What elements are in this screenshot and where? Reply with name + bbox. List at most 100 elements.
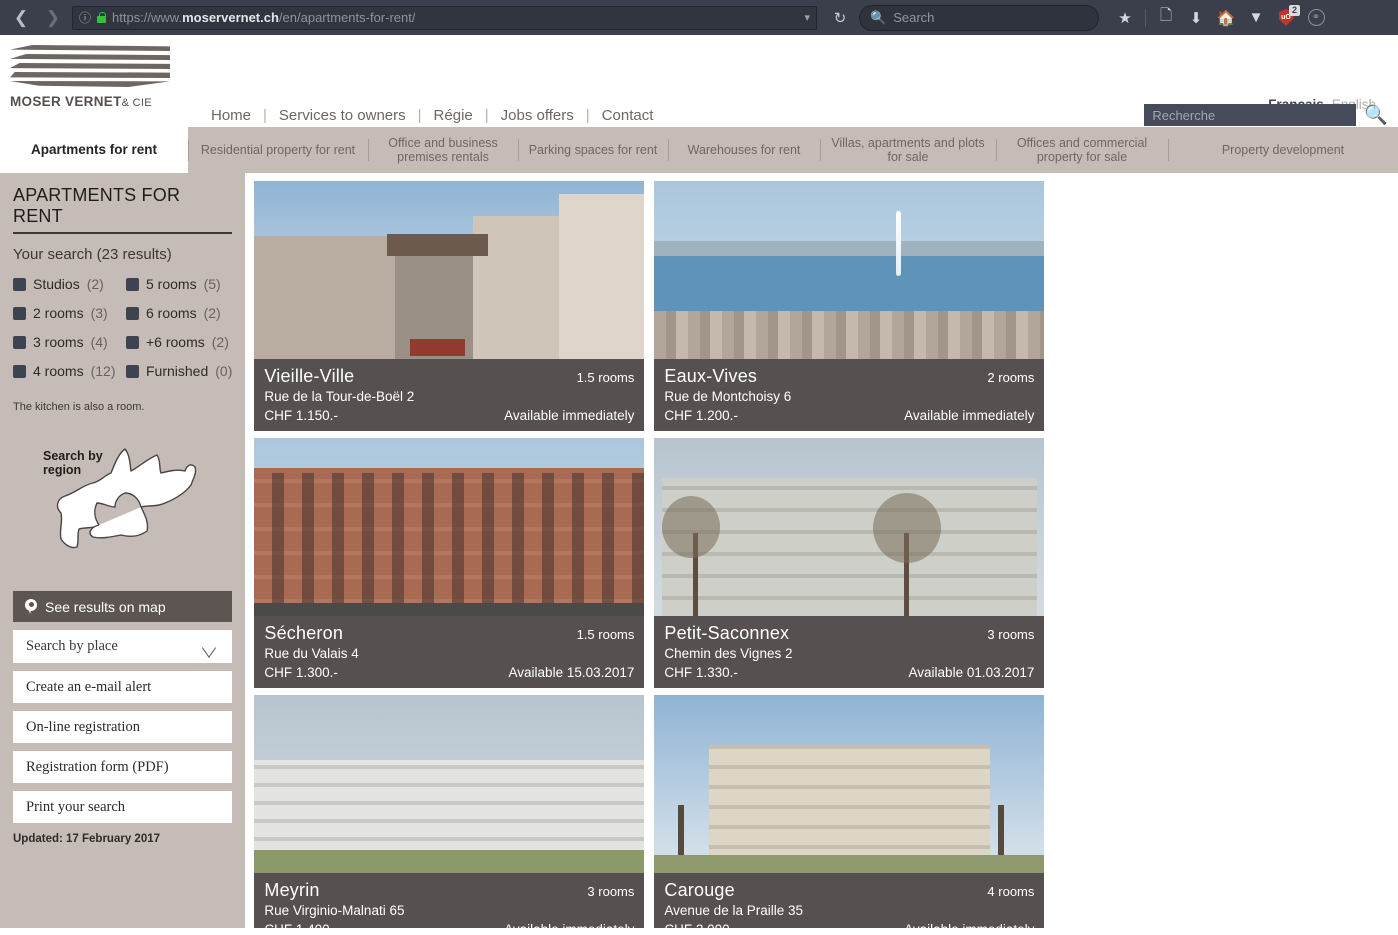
filter-6-rooms[interactable]: 6 rooms (2) [126, 305, 232, 321]
adblock-shield-icon[interactable]: uO 2 [1272, 4, 1300, 32]
geneva-canton-map-icon[interactable] [35, 441, 215, 581]
reading-list-icon[interactable]: 🗋 [1152, 4, 1180, 32]
nav-item-contact[interactable]: Contact [602, 107, 654, 124]
registration-form-pdf-button[interactable]: Registration form (PDF) [13, 751, 233, 783]
tab-offices-and-commercial-property-for-sale[interactable]: Offices and commercial property for sale [996, 127, 1168, 173]
tab-residential-property-for-rent[interactable]: Residential property for rent [188, 127, 368, 173]
logo-wordmark: MOSER VERNET& CIE [10, 94, 170, 109]
nav-divider: | [263, 107, 267, 124]
page-info-icon[interactable]: ⓘ [79, 9, 91, 26]
tab-apartments-for-rent[interactable]: Apartments for rent [0, 127, 188, 173]
property-card[interactable]: Sécheron 1.5 rooms Rue du Valais 4 CHF 1… [254, 438, 645, 688]
downloads-icon[interactable]: ⬇ [1182, 4, 1210, 32]
checkbox-icon[interactable] [126, 335, 139, 349]
property-address: Rue Virginio-Malnati 65 [264, 903, 405, 918]
property-card[interactable]: Meyrin 3 rooms Rue Virginio-Malnati 65 C… [254, 695, 645, 928]
property-place: Carouge [664, 880, 735, 900]
checkbox-icon[interactable] [13, 306, 26, 320]
url-domain: moservernet.ch [182, 10, 279, 25]
url-text: https://www.moservernet.ch/en/apartments… [112, 10, 415, 25]
property-place: Petit-Saconnex [664, 623, 790, 643]
nav-divider: | [585, 107, 590, 124]
property-availability: Available immediately [904, 408, 1035, 423]
forward-arrow-icon[interactable]: ❯ [40, 5, 66, 31]
page-body: APARTMENTS FOR RENT Your search (23 resu… [0, 173, 1398, 928]
property-caption: Vieille-Ville 1.5 rooms Rue de la Tour-d… [254, 359, 645, 431]
property-address: Rue du Valais 4 [264, 646, 359, 661]
region-map[interactable]: Search by region [13, 441, 232, 581]
back-arrow-icon[interactable]: ❮ [8, 5, 34, 31]
property-address: Chemin des Vignes 2 [664, 646, 793, 661]
updated-date: Updated: 17 February 2017 [13, 833, 161, 845]
property-card[interactable]: Vieille-Ville 1.5 rooms Rue de la Tour-d… [254, 181, 645, 431]
filter-studios[interactable]: Studios (2) [13, 276, 126, 292]
pocket-icon[interactable]: ▼ [1242, 4, 1270, 32]
tab-property-development[interactable]: Property development [1168, 127, 1398, 173]
see-results-on-map-button[interactable]: See results on map [13, 591, 233, 622]
property-card[interactable]: Eaux-Vives 2 rooms Rue de Montchoisy 6 C… [654, 181, 1045, 431]
browser-search-field[interactable]: 🔍 Search [859, 4, 1099, 31]
property-caption: Eaux-Vives 2 rooms Rue de Montchoisy 6 C… [654, 359, 1045, 431]
property-card[interactable]: Carouge 4 rooms Avenue de la Praille 35 … [654, 695, 1045, 928]
site-search-input[interactable] [1144, 104, 1357, 126]
property-card[interactable]: Petit-Saconnex 3 rooms Chemin des Vignes… [654, 438, 1045, 688]
filter-count: (12) [90, 363, 116, 379]
toolbar-divider [1145, 8, 1146, 27]
property-availability: Available 01.03.2017 [908, 665, 1035, 680]
account-icon[interactable]: ⚭ [1302, 4, 1330, 32]
property-place: Sécheron [264, 623, 344, 643]
checkbox-icon[interactable] [126, 364, 139, 378]
filter-2-rooms[interactable]: 2 rooms (3) [13, 305, 126, 321]
search-submit-icon[interactable]: 🔍 [1364, 103, 1388, 127]
checkbox-icon[interactable] [126, 277, 139, 291]
address-bar[interactable]: ⓘ https://www.moservernet.ch/en/apartmen… [72, 5, 817, 30]
property-caption: Sécheron 1.5 rooms Rue du Valais 4 CHF 1… [254, 616, 645, 688]
tab-office-and-business-premises-rentals[interactable]: Office and business premises rentals [368, 127, 518, 173]
map-pin-icon [25, 598, 37, 615]
checkbox-icon[interactable] [126, 306, 139, 320]
property-place: Vieille-Ville [264, 366, 355, 386]
tab-parking-spaces-for-rent[interactable]: Parking spaces for rent [518, 127, 668, 173]
tab-warehouses-for-rent[interactable]: Warehouses for rent [668, 127, 820, 173]
nav-item-regie[interactable]: Régie [434, 107, 473, 124]
create-email-alert-button[interactable]: Create an e-mail alert [13, 671, 233, 703]
filter-plus-6-rooms[interactable]: +6 rooms (2) [126, 334, 232, 350]
home-icon[interactable]: 🏠 [1212, 4, 1240, 32]
nav-item-services-to-owners[interactable]: Services to owners [279, 107, 406, 124]
property-caption: Carouge 4 rooms Avenue de la Praille 35 … [654, 873, 1045, 928]
filter-furnished[interactable]: Furnished (0) [126, 363, 232, 379]
property-caption: Petit-Saconnex 3 rooms Chemin des Vignes… [654, 616, 1045, 688]
property-price: CHF 1.330.- [664, 665, 738, 680]
online-registration-button[interactable]: On-line registration [13, 711, 233, 743]
checkbox-icon[interactable] [13, 277, 26, 291]
filter-label: Furnished [146, 363, 209, 379]
filters-sidebar: APARTMENTS FOR RENT Your search (23 resu… [0, 173, 246, 928]
lock-icon [97, 12, 107, 23]
logo-name: MOSER VERNET [10, 94, 122, 109]
property-availability: Available 15.03.2017 [508, 665, 635, 680]
browser-toolbar-icons: ★ 🗋 ⬇ 🏠 ▼ uO 2 ⚭ [1111, 4, 1330, 32]
tab-villas-apartments-and-plots-for-sale[interactable]: Villas, apartments and plots for sale [820, 127, 996, 173]
property-availability: Available immediately [504, 922, 634, 928]
bookmark-star-icon[interactable]: ★ [1111, 4, 1139, 32]
reload-icon[interactable]: ↻ [827, 5, 853, 31]
checkbox-icon[interactable] [13, 335, 26, 349]
url-scheme: https://www. [112, 10, 183, 25]
adblock-badge: 2 [1288, 4, 1300, 16]
print-your-search-button[interactable]: Print your search [13, 791, 233, 823]
filter-5-rooms[interactable]: 5 rooms (5) [126, 276, 232, 292]
checkbox-icon[interactable] [13, 364, 26, 378]
results-grid: Vieille-Ville 1.5 rooms Rue de la Tour-d… [245, 173, 1398, 928]
filter-3-rooms[interactable]: 3 rooms (4) [13, 334, 126, 350]
site-logo[interactable]: MOSER VERNET& CIE [10, 45, 170, 109]
nav-item-jobs-offers[interactable]: Jobs offers [501, 107, 574, 124]
nav-item-home[interactable]: Home [211, 107, 251, 124]
nav-divider: | [484, 107, 489, 124]
search-by-place-select[interactable]: Search by place [13, 630, 233, 663]
filter-4-rooms[interactable]: 4 rooms (12) [13, 363, 126, 379]
chevron-down-icon [202, 642, 219, 651]
search-by-place-label: Search by place [26, 638, 118, 654]
address-bar-dropdown-icon[interactable]: ▾ [804, 11, 810, 24]
property-price: CHF 1.200.- [664, 408, 738, 423]
category-tabbar: Apartments for rent Residential property… [0, 127, 1398, 173]
